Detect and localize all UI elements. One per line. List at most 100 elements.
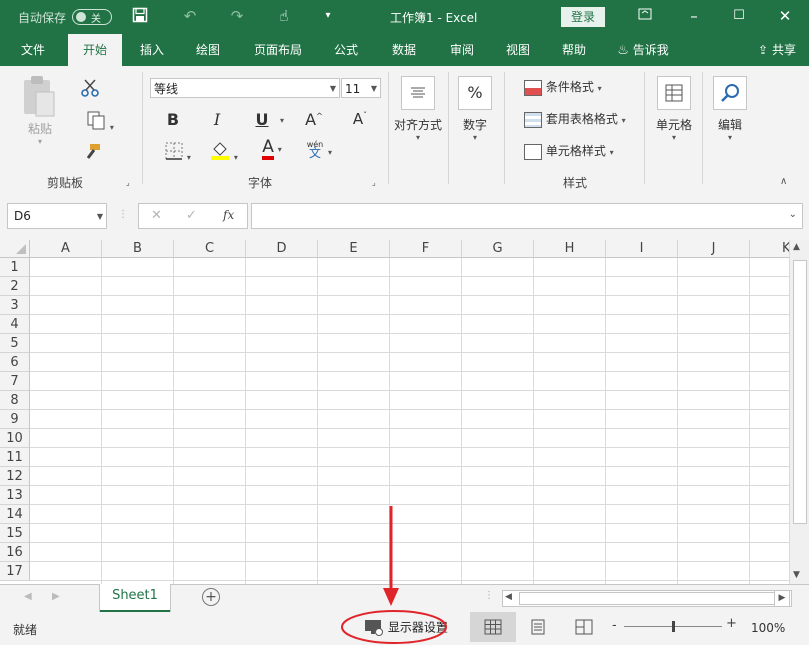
tab-review[interactable]: 审阅 bbox=[440, 34, 484, 66]
tab-view[interactable]: 视图 bbox=[496, 34, 540, 66]
page-layout-view-button[interactable] bbox=[529, 619, 547, 635]
paste-button[interactable]: 粘贴 ▾ bbox=[18, 74, 62, 154]
add-sheet-button[interactable]: + bbox=[202, 588, 220, 606]
cut-icon[interactable] bbox=[80, 78, 102, 98]
customize-toolbar-icon[interactable]: ▾ bbox=[318, 7, 338, 25]
undo-icon[interactable]: ↶ bbox=[180, 7, 200, 25]
insert-function-icon[interactable]: fx bbox=[223, 208, 234, 222]
zoom-slider[interactable] bbox=[624, 621, 722, 632]
increase-font-button[interactable]: A^ bbox=[302, 110, 326, 129]
zoom-level[interactable]: 100% bbox=[751, 621, 785, 635]
underline-dropdown-icon[interactable]: ▾ bbox=[280, 116, 284, 125]
tab-file[interactable]: 文件 bbox=[10, 34, 56, 66]
expand-formula-icon[interactable]: ⌄ bbox=[789, 209, 797, 220]
copy-button[interactable]: ▾ bbox=[80, 110, 120, 133]
font-name-combo[interactable]: 等线 ▼ bbox=[150, 78, 340, 98]
column-header[interactable]: E bbox=[318, 240, 390, 258]
row-header[interactable]: 16 bbox=[0, 543, 30, 562]
name-box[interactable]: D6 ▼ bbox=[7, 203, 107, 229]
scrollbar-thumb[interactable] bbox=[793, 260, 807, 524]
normal-view-button[interactable] bbox=[470, 612, 516, 642]
row-header[interactable]: 15 bbox=[0, 524, 30, 543]
page-break-view-button[interactable] bbox=[575, 619, 593, 635]
font-launcher-icon[interactable]: ⌟ bbox=[372, 178, 376, 187]
tab-data[interactable]: 数据 bbox=[382, 34, 426, 66]
zoom-out-button[interactable]: - bbox=[612, 618, 617, 633]
font-color-button[interactable]: A ▾ bbox=[252, 138, 292, 160]
row-header[interactable]: 9 bbox=[0, 410, 30, 429]
row-header[interactable]: 5 bbox=[0, 334, 30, 353]
alignment-button[interactable]: 对齐方式 ▾ bbox=[392, 76, 444, 142]
next-sheet-icon[interactable]: ▶ bbox=[52, 591, 60, 602]
column-header[interactable]: D bbox=[246, 240, 318, 258]
decrease-font-button[interactable]: Aˇ bbox=[348, 110, 372, 128]
row-header[interactable]: 11 bbox=[0, 448, 30, 467]
collapse-ribbon-icon[interactable]: ∧ bbox=[780, 176, 787, 187]
tab-home[interactable]: 开始 bbox=[68, 34, 122, 66]
select-all-corner[interactable] bbox=[0, 240, 30, 258]
row-header[interactable]: 14 bbox=[0, 505, 30, 524]
tab-draw[interactable]: 绘图 bbox=[186, 34, 230, 66]
column-header[interactable]: K bbox=[750, 240, 789, 258]
formula-input[interactable]: ⌄ bbox=[251, 203, 803, 229]
autosave-toggle[interactable]: 关 bbox=[72, 9, 112, 25]
column-header[interactable]: F bbox=[390, 240, 462, 258]
row-header[interactable]: 4 bbox=[0, 315, 30, 334]
clipboard-launcher-icon[interactable]: ⌟ bbox=[126, 178, 130, 187]
spreadsheet-grid[interactable]: A B C D E F G H I J K 1 2 3 4 5 6 7 8 9 … bbox=[0, 240, 789, 584]
fill-color-button[interactable]: ▾ bbox=[206, 140, 242, 163]
cancel-icon[interactable]: ✕ bbox=[151, 208, 162, 223]
sheet-tab[interactable]: Sheet1 bbox=[100, 584, 170, 612]
redo-icon[interactable]: ↷ bbox=[227, 7, 247, 25]
horizontal-scrollbar[interactable]: ◀ bbox=[502, 590, 792, 607]
row-header[interactable]: 6 bbox=[0, 353, 30, 372]
tab-help[interactable]: 帮助 bbox=[552, 34, 596, 66]
touch-mode-icon[interactable]: ☝ bbox=[274, 7, 294, 25]
tab-page-layout[interactable]: 页面布局 bbox=[246, 34, 310, 66]
column-header[interactable]: A bbox=[30, 240, 102, 258]
zoom-slider-thumb[interactable] bbox=[672, 621, 675, 632]
save-icon[interactable] bbox=[132, 7, 152, 23]
row-header[interactable]: 10 bbox=[0, 429, 30, 448]
row-header[interactable]: 3 bbox=[0, 296, 30, 315]
font-size-combo[interactable]: 11 ▼ bbox=[341, 78, 381, 98]
column-header[interactable]: I bbox=[606, 240, 678, 258]
zoom-in-button[interactable]: + bbox=[726, 616, 737, 631]
cells-button[interactable]: 单元格 ▾ bbox=[650, 76, 698, 142]
phonetic-dropdown-icon[interactable]: ▾ bbox=[328, 148, 332, 157]
row-header[interactable]: 13 bbox=[0, 486, 30, 505]
column-header[interactable]: H bbox=[534, 240, 606, 258]
horizontal-scroll-thumb[interactable] bbox=[519, 592, 776, 605]
login-button[interactable]: 登录 bbox=[561, 7, 605, 27]
display-settings-button[interactable]: 显示器设置 bbox=[364, 618, 448, 636]
more-options-icon[interactable]: ⋮ bbox=[118, 209, 128, 220]
row-header[interactable]: 7 bbox=[0, 372, 30, 391]
tab-insert[interactable]: 插入 bbox=[130, 34, 174, 66]
column-header[interactable]: G bbox=[462, 240, 534, 258]
format-as-table-button[interactable]: 套用表格格式 ▾ bbox=[524, 110, 626, 128]
close-icon[interactable]: ✕ bbox=[775, 7, 795, 25]
tab-splitter-icon[interactable]: ⋮ bbox=[484, 590, 494, 601]
borders-button[interactable]: ▾ bbox=[160, 142, 196, 163]
share-button[interactable]: ⇪ 共享 bbox=[750, 34, 804, 66]
row-header[interactable]: 2 bbox=[0, 277, 30, 296]
tab-tell-me[interactable]: ♨ 告诉我 bbox=[612, 34, 674, 66]
editing-button[interactable]: 编辑 ▾ bbox=[706, 76, 754, 142]
row-header[interactable]: 8 bbox=[0, 391, 30, 410]
phonetic-button[interactable]: wén 文 bbox=[298, 140, 332, 159]
cell-styles-button[interactable]: 单元格样式 ▾ bbox=[524, 142, 614, 160]
bold-button[interactable]: B bbox=[162, 110, 184, 129]
vertical-scrollbar[interactable]: ▲ ▼ bbox=[789, 240, 809, 584]
conditional-formatting-button[interactable]: 条件格式 ▾ bbox=[524, 78, 602, 96]
maximize-icon[interactable]: ☐ bbox=[729, 7, 749, 25]
underline-button[interactable]: U bbox=[250, 110, 274, 129]
tab-formulas[interactable]: 公式 bbox=[324, 34, 368, 66]
column-header[interactable]: C bbox=[174, 240, 246, 258]
scroll-right-icon[interactable]: ▶ bbox=[774, 590, 790, 607]
column-header[interactable]: J bbox=[678, 240, 750, 258]
scroll-left-icon[interactable]: ◀ bbox=[505, 592, 512, 602]
scroll-down-icon[interactable]: ▼ bbox=[793, 570, 800, 580]
row-header[interactable]: 17 bbox=[0, 562, 30, 581]
prev-sheet-icon[interactable]: ◀ bbox=[24, 591, 32, 602]
column-header[interactable]: B bbox=[102, 240, 174, 258]
